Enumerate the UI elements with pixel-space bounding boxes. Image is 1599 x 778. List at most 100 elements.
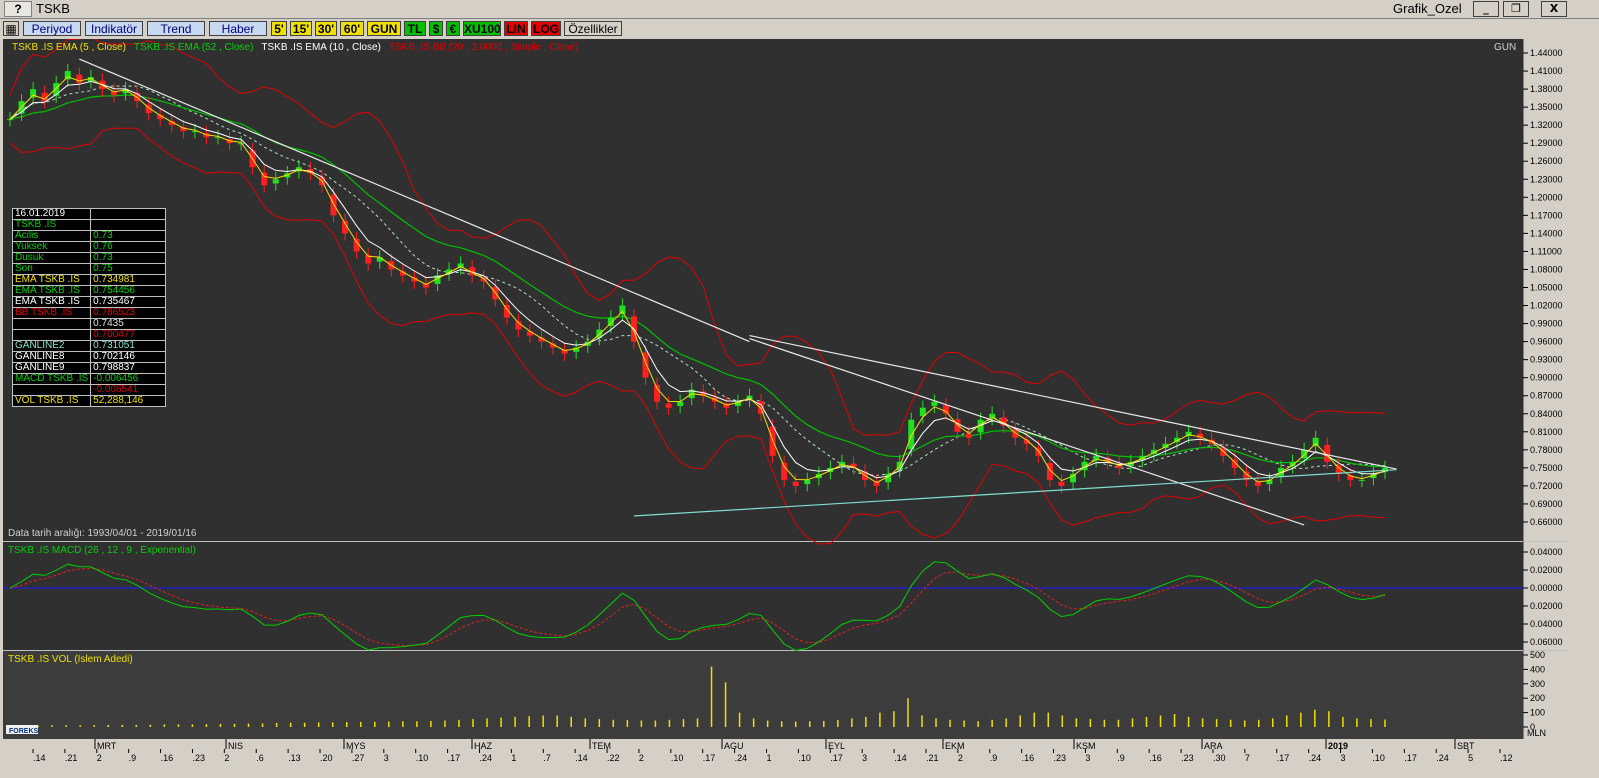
info-value: 0.798837 bbox=[90, 362, 167, 374]
volume-tick-label: 300 bbox=[1530, 679, 1545, 689]
info-value: 0.786523 bbox=[90, 307, 167, 319]
info-label: Acilis bbox=[11, 230, 92, 242]
volume-bar bbox=[1019, 715, 1021, 727]
period-label: GUN bbox=[1494, 42, 1516, 53]
day-tick-label: .14 bbox=[33, 753, 46, 763]
volume-bar bbox=[261, 723, 264, 727]
currency-eur-button[interactable]: € bbox=[446, 21, 460, 36]
volume-bar bbox=[345, 722, 348, 727]
indicator-dropdown[interactable]: Indikatör bbox=[85, 21, 143, 36]
volume-bar bbox=[794, 721, 797, 727]
chart-icon[interactable]: ▦ bbox=[3, 21, 19, 36]
volume-bar bbox=[977, 721, 979, 727]
month-label: NIS bbox=[228, 741, 243, 751]
volume-bar bbox=[219, 723, 222, 727]
properties-button[interactable]: Özellikler bbox=[564, 21, 622, 36]
day-tick-label: .13 bbox=[288, 753, 301, 763]
day-tick-label: .14 bbox=[894, 753, 907, 763]
volume-bar bbox=[528, 716, 530, 727]
info-label bbox=[11, 384, 92, 396]
volume-bar bbox=[1131, 718, 1134, 727]
volume-bar bbox=[486, 718, 488, 727]
info-value: 0.734981 bbox=[90, 274, 167, 286]
macd-panel-bg bbox=[3, 542, 1523, 650]
day-tick-label: .16 bbox=[161, 753, 174, 763]
minimize-button[interactable]: _ bbox=[1473, 1, 1499, 17]
day-tick-label: 1 bbox=[767, 753, 772, 763]
currency-tl-button[interactable]: TL bbox=[404, 21, 426, 36]
volume-bar bbox=[1342, 716, 1344, 727]
linear-scale-button[interactable]: LIN bbox=[504, 21, 528, 36]
volume-tick-label: 100 bbox=[1530, 708, 1545, 718]
interval-30-button[interactable]: 30' bbox=[315, 21, 337, 36]
macd-tick-label: 0.00000 bbox=[1530, 583, 1563, 593]
interval-5-button[interactable]: 5' bbox=[271, 21, 287, 36]
volume-bar bbox=[963, 720, 965, 727]
info-label: BB TSKB .IS bbox=[11, 307, 92, 319]
close-button[interactable]: X bbox=[1541, 1, 1567, 17]
volume-bar bbox=[949, 719, 951, 727]
volume-bar bbox=[149, 724, 152, 727]
date-range-label: Data tarih aralığı: 1993/04/01 - 2019/01… bbox=[8, 528, 197, 539]
volume-bar bbox=[233, 723, 236, 727]
price-legend: TSKB .IS EMA (5 , Close) TSKB .IS EMA (52… bbox=[12, 42, 578, 53]
price-tick-label: 1.38000 bbox=[1530, 84, 1563, 94]
day-tick-label: 3 bbox=[1341, 753, 1346, 763]
info-value: 0.73 bbox=[90, 252, 167, 264]
volume-bar bbox=[752, 718, 755, 727]
help-button[interactable]: ? bbox=[4, 1, 32, 17]
xu100-button[interactable]: XU100 bbox=[463, 21, 501, 36]
period-dropdown[interactable]: Periyod bbox=[23, 21, 81, 36]
day-tick-label: .17 bbox=[1404, 753, 1417, 763]
volume-bar bbox=[668, 719, 671, 727]
candle-body bbox=[76, 74, 83, 84]
day-tick-label: .17 bbox=[448, 753, 461, 763]
volume-bar bbox=[472, 719, 474, 727]
day-tick-label: .17 bbox=[703, 753, 716, 763]
info-label bbox=[11, 329, 92, 341]
volume-bar bbox=[1286, 715, 1288, 727]
volume-bar bbox=[1384, 719, 1386, 727]
log-scale-button[interactable]: LOG bbox=[531, 21, 561, 36]
title-bar: ? TSKB Grafik_Ozel _ ❐ X bbox=[0, 0, 1599, 19]
price-tick-label: 0.96000 bbox=[1530, 337, 1563, 347]
currency-usd-button[interactable]: $ bbox=[429, 21, 443, 36]
volume-bar bbox=[416, 721, 418, 727]
info-label: GANLINE8 bbox=[11, 351, 92, 363]
day-tick-label: .10 bbox=[1372, 753, 1385, 763]
candle-body bbox=[619, 305, 626, 314]
interval-15-button[interactable]: 15' bbox=[290, 21, 312, 36]
macd-tick-label: 0.02000 bbox=[1530, 565, 1563, 575]
volume-bar bbox=[458, 719, 460, 727]
info-value bbox=[90, 219, 167, 231]
day-tick-label: 5 bbox=[1468, 753, 1473, 763]
price-tick-label: 0.72000 bbox=[1530, 481, 1563, 491]
volume-bar bbox=[65, 725, 67, 727]
volume-bar bbox=[289, 722, 292, 727]
price-tick-label: 1.02000 bbox=[1530, 301, 1563, 311]
volume-bar bbox=[570, 716, 572, 727]
volume-legend: TSKB .IS VOL (Islem Adedi) bbox=[8, 654, 133, 665]
interval-daily-button[interactable]: GUN bbox=[367, 21, 401, 36]
trend-dropdown[interactable]: Trend bbox=[147, 21, 205, 36]
news-button[interactable]: Haber bbox=[209, 21, 267, 36]
price-tick-label: 1.08000 bbox=[1530, 264, 1563, 274]
volume-bar bbox=[893, 711, 895, 727]
day-tick-label: 2 bbox=[97, 753, 102, 763]
volume-bar bbox=[1103, 719, 1106, 727]
restore-button[interactable]: ❐ bbox=[1503, 1, 1529, 17]
volume-bar bbox=[317, 722, 320, 727]
price-tick-label: 0.90000 bbox=[1530, 373, 1563, 383]
interval-60-button[interactable]: 60' bbox=[340, 21, 364, 36]
price-tick-label: 1.32000 bbox=[1530, 120, 1563, 130]
macd-tick-label: 0.02000 bbox=[1530, 601, 1563, 611]
info-label: EMA TSKB .IS bbox=[11, 296, 92, 308]
volume-bar bbox=[1229, 719, 1232, 727]
volume-bar bbox=[626, 720, 629, 727]
price-tick-label: 0.87000 bbox=[1530, 391, 1563, 401]
day-tick-label: .24 bbox=[1436, 753, 1449, 763]
volume-bar bbox=[935, 718, 937, 727]
volume-bar bbox=[584, 718, 587, 727]
day-tick-label: .24 bbox=[1309, 753, 1322, 763]
volume-bar bbox=[1328, 711, 1330, 727]
